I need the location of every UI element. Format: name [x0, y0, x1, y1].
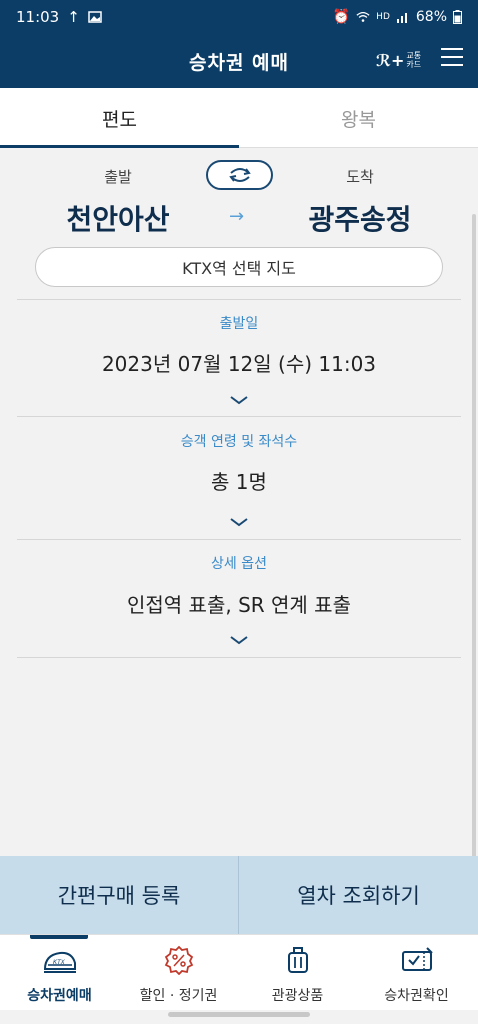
- arrow-right-icon: →: [229, 206, 245, 227]
- chevron-down-icon[interactable]: [229, 634, 249, 646]
- luggage-icon: [288, 947, 308, 973]
- battery-level: 68%: [415, 9, 447, 25]
- menu-line-icon: [441, 56, 463, 58]
- nav-item-discount[interactable]: 할인 · 정기권: [119, 935, 238, 1011]
- chevron-down-icon[interactable]: [229, 516, 249, 528]
- active-indicator: [30, 935, 88, 939]
- departure-date-label: 출발일: [219, 316, 259, 332]
- action-bar: 간편구매 등록 열차 조회하기: [0, 856, 478, 934]
- station-map-button[interactable]: KTX역 선택 지도: [35, 247, 443, 287]
- booking-form: 출발 도착 천안아산 → 광주송정 KTX역 선택 지도 출발일 2023년 0…: [0, 148, 478, 856]
- swap-stations-button[interactable]: [206, 160, 273, 190]
- trip-type-tabs: 편도 왕복: [0, 88, 478, 148]
- menu-line-icon: [441, 64, 463, 66]
- hamburger-menu-button[interactable]: [441, 48, 463, 70]
- nav-label: 관광상품: [271, 988, 324, 1004]
- scrollbar[interactable]: [472, 214, 476, 874]
- divider: [17, 416, 461, 417]
- hd-voice-icon: HD: [376, 12, 390, 22]
- menu-line-icon: [441, 48, 463, 50]
- nav-item-tour[interactable]: 관광상품: [238, 935, 357, 1011]
- battery-icon: [453, 10, 462, 24]
- nav-label: 할인 · 정기권: [139, 988, 218, 1004]
- home-indicator[interactable]: [168, 1012, 310, 1017]
- ktx-train-icon: KTX: [43, 951, 76, 973]
- wifi-icon: [356, 11, 370, 22]
- passengers-label: 승객 연령 및 좌석수: [180, 434, 298, 450]
- options-value[interactable]: 인접역 표출, SR 연계 표출: [0, 589, 478, 618]
- destination-label: 도착: [346, 168, 374, 186]
- tab-round-trip[interactable]: 왕복: [239, 88, 478, 148]
- nav-item-ticket-check[interactable]: 승차권확인: [357, 935, 476, 1011]
- discount-icon: [164, 945, 194, 975]
- transit-card-label: 교통 카드: [406, 51, 422, 69]
- tab-one-way[interactable]: 편도: [0, 88, 239, 148]
- app-header: 승차권 예매 ℛ+ 교통 카드: [0, 34, 478, 88]
- status-bar: 11:03 ↑ ⏰ HD 68%: [0, 0, 478, 34]
- nav-item-ticket-booking[interactable]: KTX 승차권예매: [0, 935, 119, 1011]
- ticket-check-icon: [402, 947, 433, 971]
- svg-text:KTX: KTX: [53, 960, 66, 966]
- origin-station[interactable]: 천안아산: [33, 198, 203, 238]
- quick-register-button[interactable]: 간편구매 등록: [0, 856, 239, 934]
- options-label: 상세 옵션: [211, 556, 267, 572]
- status-time: 11:03: [16, 8, 60, 26]
- bottom-nav: KTX 승차권예매 할인 · 정기권 관광상품 승차권확인: [0, 934, 478, 1010]
- transit-card-icon: ℛ+: [376, 50, 405, 70]
- passengers-value[interactable]: 총 1명: [0, 466, 478, 495]
- divider: [17, 657, 461, 658]
- search-trains-button[interactable]: 열차 조회하기: [239, 856, 478, 934]
- upload-icon: ↑: [67, 8, 80, 26]
- divider: [17, 299, 461, 300]
- nav-label: 승차권예매: [27, 988, 92, 1004]
- destination-station[interactable]: 광주송정: [275, 198, 445, 238]
- nav-label: 승차권확인: [384, 988, 449, 1004]
- chevron-down-icon[interactable]: [229, 394, 249, 406]
- alarm-icon: ⏰: [332, 9, 351, 25]
- swap-icon: [228, 168, 251, 182]
- departure-date-value[interactable]: 2023년 07월 12일 (수) 11:03: [0, 348, 478, 377]
- transit-card-button[interactable]: ℛ+ 교통 카드: [376, 46, 426, 74]
- divider: [17, 539, 461, 540]
- signal-icon: [396, 13, 407, 23]
- origin-label: 출발: [104, 168, 132, 186]
- image-icon: [88, 11, 102, 23]
